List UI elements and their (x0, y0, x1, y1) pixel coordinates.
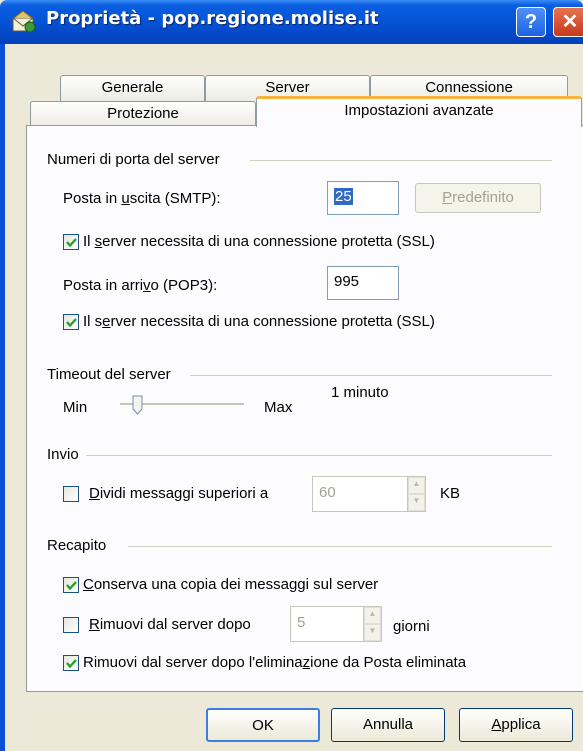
title-bar[interactable]: Proprietà - pop.regione.molise.it ? ✕ (0, 0, 583, 44)
delivery-group-label: Recapito (47, 537, 107, 554)
spin-up-icon[interactable]: ▲ (408, 477, 425, 494)
window-frame-left (0, 44, 5, 751)
smtp-port-label: Posta in uscita (SMTP): (63, 190, 221, 207)
default-ports-button[interactable]: Predefinito (415, 183, 541, 213)
split-unit-label: KB (440, 485, 461, 502)
split-size-spinner[interactable]: ▲ ▼ (407, 477, 425, 511)
checkmark-icon (66, 659, 77, 669)
ports-group-line (250, 160, 552, 161)
pop3-port-field[interactable]: 995 (327, 266, 399, 300)
send-group-line (86, 455, 552, 456)
window-title: Proprietà - pop.regione.molise.it (46, 8, 379, 29)
timeout-max-label: Max (264, 399, 293, 416)
remove-after-checkbox[interactable] (63, 617, 79, 633)
timeout-min-label: Min (63, 399, 88, 416)
tab-protezione[interactable]: Protezione (30, 101, 256, 126)
split-messages-checkbox[interactable] (63, 486, 79, 502)
checkmark-icon (66, 318, 77, 328)
tab-generale[interactable]: Generale (60, 75, 205, 101)
remove-after-label: Rimuovi dal server dopo (89, 616, 251, 633)
spin-down-icon[interactable]: ▼ (408, 494, 425, 511)
help-button[interactable]: ? (516, 7, 546, 37)
remove-deleted-checkbox[interactable] (63, 655, 79, 671)
ports-group-label: Numeri di porta del server (47, 151, 220, 168)
split-messages-label: Dividi messaggi superiori a (89, 485, 269, 502)
checkmark-icon (66, 581, 77, 591)
ok-button[interactable]: OK (206, 708, 320, 742)
spin-down-icon[interactable]: ▼ (364, 624, 381, 641)
checkmark-icon (66, 238, 77, 248)
timeout-value-label: 1 minuto (331, 384, 389, 401)
remove-deleted-label: Rimuovi dal server dopo l'eliminazione d… (83, 654, 467, 671)
smtp-port-field[interactable]: 25 (327, 181, 399, 215)
keep-copy-checkbox[interactable] (63, 577, 79, 593)
timeout-slider[interactable] (120, 394, 244, 416)
properties-dialog: Proprietà - pop.regione.molise.it ? ✕ Ge… (0, 0, 583, 751)
slider-thumb[interactable] (132, 395, 143, 415)
ssl-pop3-label: Il server necessita di una connessione p… (83, 313, 435, 330)
cancel-button[interactable]: Annulla (331, 708, 445, 742)
spin-up-icon[interactable]: ▲ (364, 607, 381, 624)
close-button[interactable]: ✕ (553, 7, 583, 37)
apply-button[interactable]: Applica (459, 708, 573, 742)
timeout-group-label: Timeout del server (47, 366, 171, 383)
keep-copy-label: Conserva una copia dei messaggi sul serv… (83, 576, 379, 593)
ssl-smtp-checkbox[interactable] (63, 234, 79, 250)
ssl-pop3-checkbox[interactable] (63, 314, 79, 330)
close-icon: ✕ (561, 11, 579, 33)
remove-after-spinner[interactable]: ▲ ▼ (363, 607, 381, 641)
pop3-port-label: Posta in arrivo (POP3): (63, 277, 218, 294)
delivery-group-line (128, 546, 552, 547)
tab-impostazioni-avanzate[interactable]: Impostazioni avanzate (256, 96, 582, 127)
send-group-label: Invio (47, 446, 79, 463)
timeout-group-line (190, 375, 552, 376)
remove-after-unit-label: giorni (393, 618, 430, 635)
mail-account-icon (12, 10, 36, 33)
ssl-smtp-label: Il server necessita di una connessione p… (83, 233, 435, 250)
